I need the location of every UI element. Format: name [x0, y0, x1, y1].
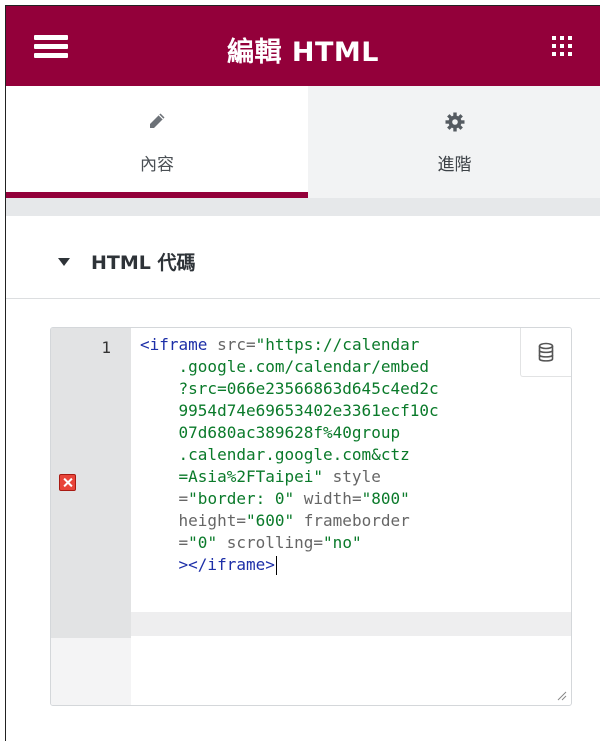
code-token: "border: 0": [188, 489, 295, 508]
active-line-highlight: [131, 612, 571, 636]
code-token: .google.com/calendar/embed: [140, 357, 429, 376]
gutter-filler: [51, 638, 131, 705]
resize-handle-icon[interactable]: [555, 689, 567, 701]
code-text[interactable]: <iframe src="https://calendar .google.co…: [140, 334, 563, 576]
code-token: =Asia%2FTaipei": [140, 467, 324, 486]
code-token: "no": [323, 533, 362, 552]
database-icon: [538, 342, 554, 362]
pencil-icon: [148, 112, 166, 137]
grid-icon[interactable]: [552, 36, 572, 56]
code-token: "600": [245, 511, 295, 530]
code-editor[interactable]: 1 <iframe src="https://calendar .google.…: [50, 327, 572, 706]
code-line: ="0" scrolling="no": [140, 532, 563, 554]
code-token: "800": [361, 489, 410, 508]
code-line: <iframe src="https://calendar: [140, 334, 563, 356]
section-header[interactable]: HTML 代碼: [6, 216, 600, 299]
code-token: src=: [207, 335, 256, 354]
code-line: ></iframe>: [140, 554, 563, 576]
tab-advanced[interactable]: 進階: [308, 86, 600, 198]
section-title: HTML 代碼: [91, 252, 196, 274]
editor-area: 1 <iframe src="https://calendar .google.…: [6, 299, 600, 741]
code-token: style: [323, 467, 381, 486]
caret-down-icon[interactable]: [58, 258, 70, 266]
code-token: <iframe: [140, 335, 208, 354]
code-token: =: [140, 489, 189, 508]
editor-panel: 編輯 HTML 內容 進階 HTML 代碼 1 <iframe src="htt…: [5, 5, 600, 741]
code-token: .calendar.google.com&ctz: [140, 445, 410, 464]
panel-header: 編輯 HTML: [6, 6, 600, 86]
text-cursor: [275, 556, 277, 575]
panel-title: 編輯 HTML: [227, 37, 379, 68]
code-token: "https://calendar: [255, 335, 420, 354]
code-token: 9954d74e69653402e3361ecf10c: [140, 401, 439, 420]
code-token: =: [140, 533, 189, 552]
code-token: "0": [188, 533, 218, 552]
code-token: scrolling=: [217, 533, 324, 552]
code-line: 9954d74e69653402e3361ecf10c: [140, 400, 563, 422]
code-token: 07d680ac389628f%40group: [140, 423, 401, 442]
code-token: width=: [294, 489, 362, 508]
dynamic-tags-button[interactable]: [520, 328, 571, 377]
code-token: frameborder: [294, 511, 410, 530]
code-line: .calendar.google.com&ctz: [140, 444, 563, 466]
tab-content[interactable]: 內容: [6, 86, 308, 198]
code-line: =Asia%2FTaipei" style: [140, 466, 563, 488]
section-divider: [6, 198, 600, 216]
code-token: height=: [140, 511, 246, 530]
code-line: .google.com/calendar/embed: [140, 356, 563, 378]
tab-label: 內容: [140, 155, 174, 175]
gear-icon: [445, 112, 465, 137]
tab-label: 進階: [437, 155, 472, 175]
code-line: height="600" frameborder: [140, 510, 563, 532]
line-number: 1: [101, 338, 111, 357]
code-token: ?src=066e23566863d645c4ed2c: [140, 379, 439, 398]
code-line: ="border: 0" width="800": [140, 488, 563, 510]
code-line: 07d680ac389628f%40group: [140, 422, 563, 444]
error-icon[interactable]: [59, 474, 76, 491]
panel-tabs: 內容 進階: [6, 86, 600, 198]
code-token: ></iframe>: [140, 555, 275, 574]
code-line: ?src=066e23566863d645c4ed2c: [140, 378, 563, 400]
